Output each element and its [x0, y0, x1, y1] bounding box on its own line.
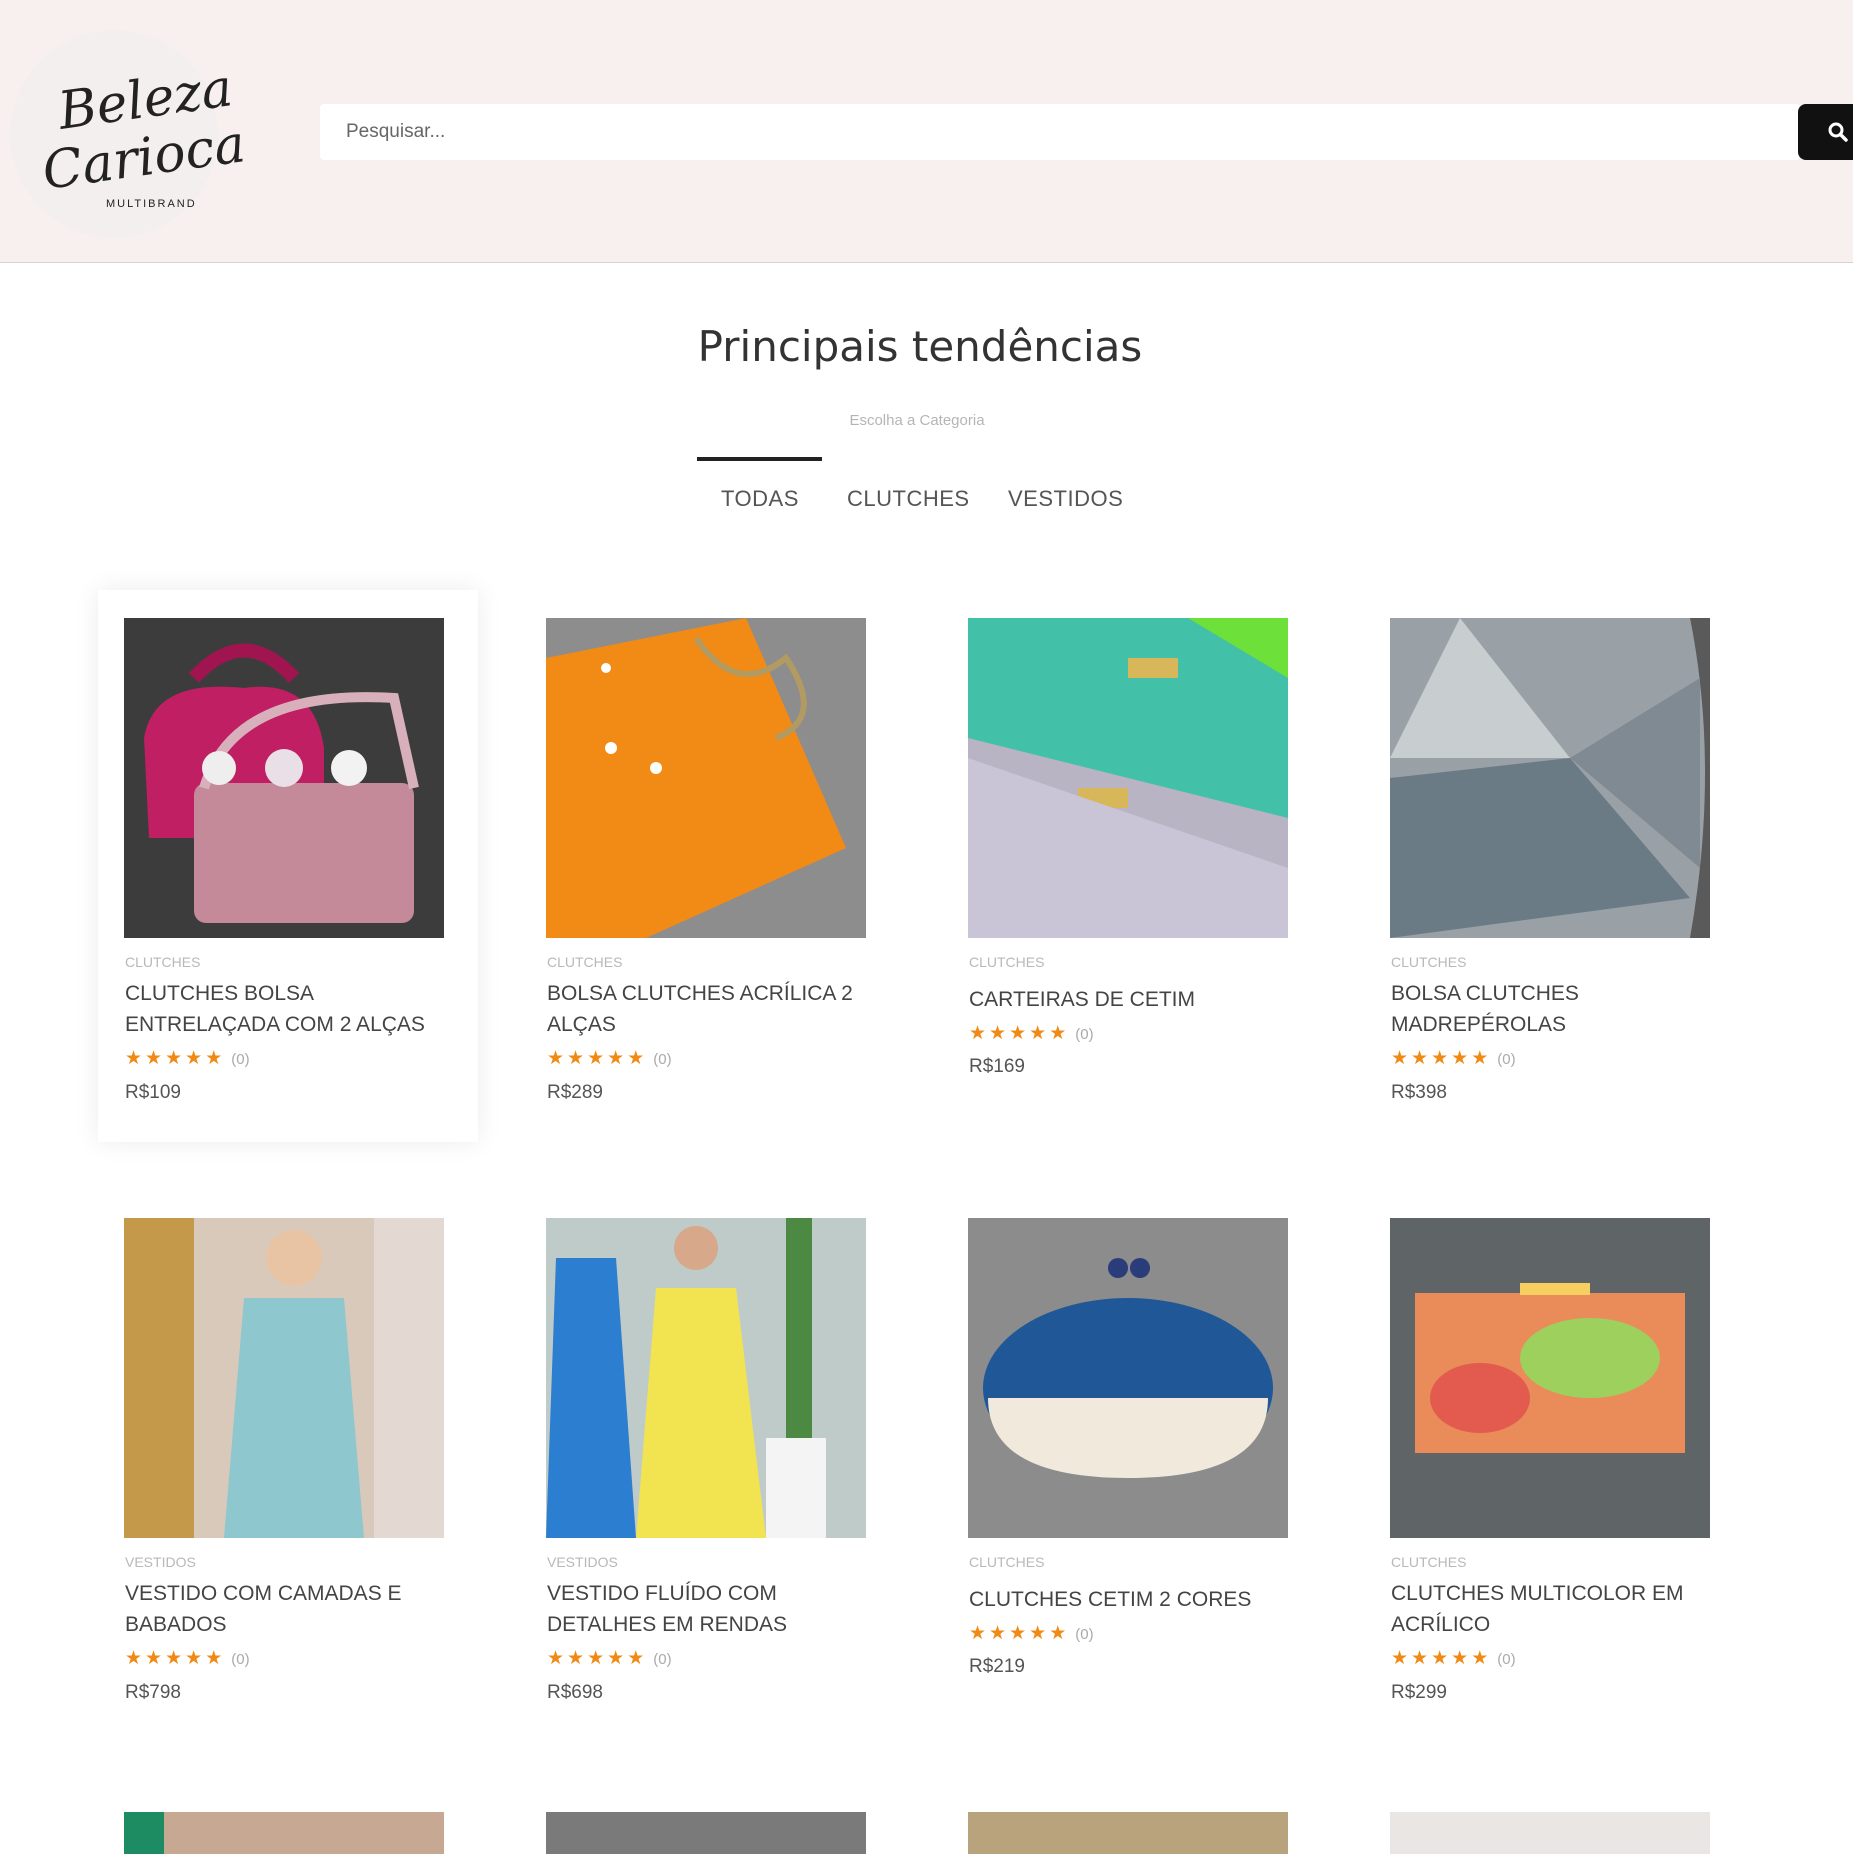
product-card[interactable]: CLUTCHES BOLSA CLUTCHES MADREPÉROLAS ★ ★ ★…	[1364, 618, 1744, 1118]
rating-count: (0)	[1075, 1026, 1094, 1043]
active-tab-indicator	[697, 457, 822, 461]
product-rating: ★ ★ ★ ★ ★ (0)	[547, 1048, 672, 1069]
tab-todas[interactable]: TODAS	[721, 486, 799, 512]
product-rating: ★ ★ ★ ★ ★ (0)	[125, 1048, 250, 1069]
product-price: R$169	[969, 1056, 1025, 1077]
product-category: VESTIDOS	[125, 1554, 196, 1570]
product-category: VESTIDOS	[547, 1554, 618, 1570]
product-category: CLUTCHES	[1391, 1554, 1467, 1570]
product-title[interactable]: CARTEIRAS DE CETIM	[969, 984, 1299, 1015]
search-button[interactable]	[1798, 104, 1853, 160]
product-rating: ★ ★ ★ ★ ★ (0)	[969, 1023, 1094, 1044]
rating-count: (0)	[1497, 1051, 1516, 1068]
product-category: CLUTCHES	[547, 954, 623, 970]
product-card[interactable]: CLUTCHES CLUTCHES MULTICOLOR EM ACRÍLICO…	[1364, 1218, 1744, 1718]
product-rating: ★ ★ ★ ★ ★ (0)	[1391, 1648, 1516, 1669]
product-image[interactable]	[124, 1218, 444, 1538]
product-image[interactable]	[1390, 1218, 1710, 1538]
product-card[interactable]: CLUTCHES CLUTCHES CETIM 2 CORES ★ ★ ★ ★ ★ (0)…	[942, 1218, 1322, 1718]
product-image-partial[interactable]	[546, 1812, 866, 1854]
brand-logo[interactable]: Beleza Carioca MULTIBRAND	[10, 30, 249, 238]
rating-count: (0)	[231, 1651, 250, 1668]
tab-clutches[interactable]: CLUTCHES	[847, 486, 970, 512]
product-title[interactable]: BOLSA CLUTCHES MADREPÉROLAS	[1391, 978, 1721, 1040]
product-category: CLUTCHES	[1391, 954, 1467, 970]
product-image-partial[interactable]	[124, 1812, 444, 1854]
product-rating: ★ ★ ★ ★ ★ (0)	[969, 1623, 1094, 1644]
rating-count: (0)	[1075, 1626, 1094, 1643]
product-rating: ★ ★ ★ ★ ★ (0)	[125, 1648, 250, 1669]
product-image[interactable]	[124, 618, 444, 938]
product-price: R$219	[969, 1656, 1025, 1677]
product-card[interactable]: CLUTCHES CLUTCHES BOLSA ENTRELAÇADA COM …	[98, 590, 478, 1142]
product-title[interactable]: BOLSA CLUTCHES ACRÍLICA 2 ALÇAS	[547, 978, 877, 1040]
product-image-partial[interactable]	[1390, 1812, 1710, 1854]
product-card[interactable]: CLUTCHES BOLSA CLUTCHES ACRÍLICA 2 ALÇAS…	[520, 618, 900, 1118]
product-price: R$698	[547, 1682, 603, 1703]
product-rating: ★ ★ ★ ★ ★ (0)	[1391, 1048, 1516, 1069]
logo-subtext: MULTIBRAND	[106, 198, 197, 210]
product-title[interactable]: CLUTCHES BOLSA ENTRELAÇADA COM 2 ALÇAS	[125, 978, 455, 1040]
product-card[interactable]: VESTIDOS VESTIDO FLUÍDO COM DETALHES EM …	[520, 1218, 900, 1718]
product-image[interactable]	[968, 618, 1288, 938]
search-icon	[1828, 122, 1848, 142]
site-header: Beleza Carioca MULTIBRAND	[0, 0, 1853, 263]
tab-vestidos[interactable]: VESTIDOS	[1008, 486, 1123, 512]
product-price: R$398	[1391, 1082, 1447, 1103]
section-title: Principais tendências	[697, 322, 1143, 371]
image-fragment	[124, 1812, 164, 1854]
search-input[interactable]	[320, 104, 1800, 160]
product-title[interactable]: VESTIDO COM CAMADAS E BABADOS	[125, 1578, 455, 1640]
product-image[interactable]	[968, 1218, 1288, 1538]
product-image[interactable]	[1390, 618, 1710, 938]
section-subtitle: Escolha a Categoria	[849, 412, 985, 429]
product-price: R$109	[125, 1082, 181, 1103]
product-image[interactable]	[546, 618, 866, 938]
product-title[interactable]: CLUTCHES MULTICOLOR EM ACRÍLICO	[1391, 1578, 1721, 1640]
product-card[interactable]: CLUTCHES CARTEIRAS DE CETIM ★ ★ ★ ★ ★ (0) R$1…	[942, 618, 1322, 1118]
product-category: CLUTCHES	[125, 954, 201, 970]
product-title[interactable]: VESTIDO FLUÍDO COM DETALHES EM RENDAS	[547, 1578, 877, 1640]
product-title[interactable]: CLUTCHES CETIM 2 CORES	[969, 1584, 1299, 1615]
product-price: R$798	[125, 1682, 181, 1703]
product-price: R$289	[547, 1082, 603, 1103]
rating-count: (0)	[653, 1651, 672, 1668]
product-image[interactable]	[546, 1218, 866, 1538]
rating-count: (0)	[1497, 1651, 1516, 1668]
product-card[interactable]: VESTIDOS VESTIDO COM CAMADAS E BABADOS ★…	[98, 1218, 478, 1718]
product-category: CLUTCHES	[969, 1554, 1045, 1570]
rating-count: (0)	[231, 1051, 250, 1068]
product-rating: ★ ★ ★ ★ ★ (0)	[547, 1648, 672, 1669]
rating-count: (0)	[653, 1051, 672, 1068]
product-category: CLUTCHES	[969, 954, 1045, 970]
product-image-partial[interactable]	[968, 1812, 1288, 1854]
product-price: R$299	[1391, 1682, 1447, 1703]
